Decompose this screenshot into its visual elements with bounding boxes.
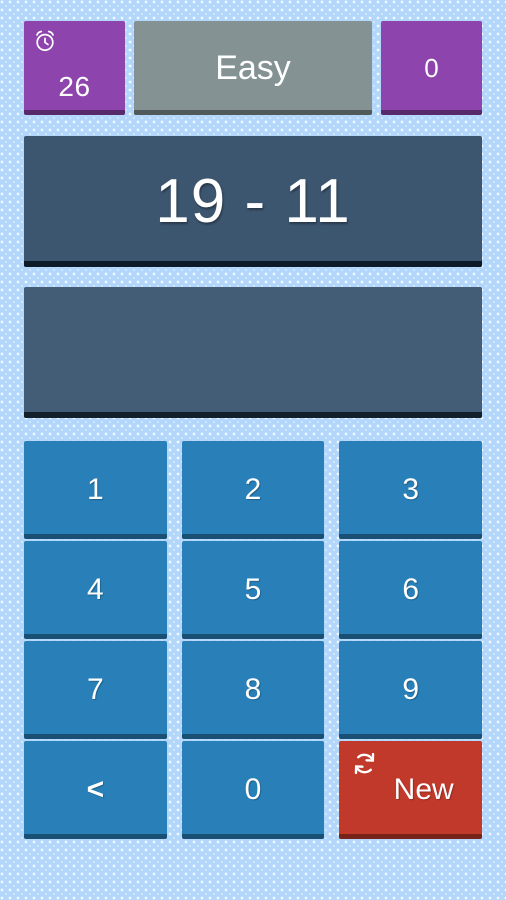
key-3[interactable]: 3	[339, 441, 482, 539]
game-screen: 26 Easy 0 19 - 11 1 2 3 4 5 6 7 8 9 < 0 …	[0, 0, 506, 900]
refresh-icon	[351, 750, 378, 777]
key-9[interactable]: 9	[339, 641, 482, 739]
score-value: 0	[424, 53, 439, 83]
keypad: 1 2 3 4 5 6 7 8 9 < 0 New	[24, 441, 482, 839]
key-backspace[interactable]: <	[24, 741, 167, 839]
difficulty-button[interactable]: Easy	[134, 21, 372, 115]
alarm-clock-icon	[32, 28, 58, 54]
key-label: 2	[244, 473, 262, 506]
key-label: 8	[244, 673, 262, 706]
key-1[interactable]: 1	[24, 441, 167, 539]
key-label: <	[86, 773, 105, 806]
answer-display[interactable]	[24, 287, 482, 418]
key-0[interactable]: 0	[181, 741, 325, 839]
timer-button[interactable]: 26	[24, 21, 125, 115]
key-6[interactable]: 6	[339, 541, 482, 639]
equation-display: 19 - 11	[24, 136, 482, 267]
equation-text: 19 - 11	[155, 166, 351, 236]
score-button[interactable]: 0	[381, 21, 482, 115]
key-4[interactable]: 4	[24, 541, 167, 639]
key-label: New	[393, 773, 454, 806]
key-2[interactable]: 2	[181, 441, 325, 539]
key-label: 6	[402, 573, 419, 606]
key-label: 7	[86, 673, 104, 706]
key-7[interactable]: 7	[24, 641, 167, 739]
key-new-game[interactable]: New	[339, 741, 482, 839]
difficulty-label: Easy	[215, 49, 291, 87]
top-bar: 26 Easy 0	[24, 21, 482, 115]
key-8[interactable]: 8	[181, 641, 325, 739]
key-label: 4	[86, 573, 104, 606]
key-label: 1	[86, 473, 104, 506]
key-label: 0	[244, 773, 262, 806]
key-5[interactable]: 5	[181, 541, 325, 639]
key-label: 9	[402, 673, 419, 706]
key-label: 3	[402, 473, 419, 506]
key-label: 5	[244, 573, 262, 606]
timer-value: 26	[58, 71, 91, 102]
